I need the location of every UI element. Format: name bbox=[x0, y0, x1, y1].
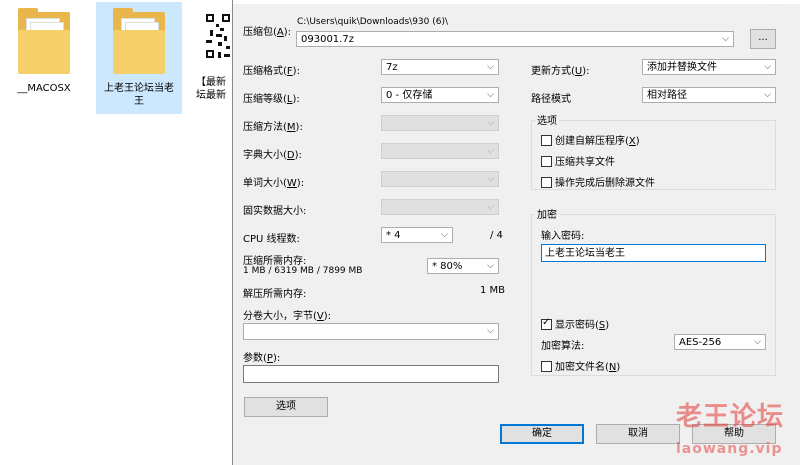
chevron-down-icon: ⌵ bbox=[487, 202, 494, 212]
shared-checkbox[interactable]: 压缩共享文件 bbox=[541, 153, 615, 168]
ok-button[interactable]: 确定 bbox=[500, 424, 584, 444]
path-combo[interactable]: 相对路径 ⌵ bbox=[642, 87, 776, 103]
folder-icon bbox=[113, 8, 165, 74]
dict-combo: ⌵ bbox=[381, 143, 499, 159]
chevron-down-icon: ⌵ bbox=[764, 62, 771, 72]
password-input[interactable]: 上老王论坛当老王 bbox=[541, 244, 766, 262]
level-label: 压缩等级(L): bbox=[243, 94, 300, 105]
options-group-title: 选项 bbox=[535, 112, 559, 127]
path-label: 路径模式 bbox=[531, 94, 571, 105]
word-combo: ⌵ bbox=[381, 171, 499, 187]
qr-code-icon bbox=[204, 10, 232, 66]
format-combo[interactable]: 7z ⌵ bbox=[381, 59, 499, 75]
watermark-site: laowang.vip bbox=[676, 441, 783, 457]
show-password-checkbox[interactable]: 显示密码(S) bbox=[541, 316, 609, 331]
sfx-checkbox[interactable]: 创建自解压程序(X) bbox=[541, 132, 640, 147]
folder-laowang[interactable]: 上老王论坛当老王 bbox=[96, 2, 182, 114]
chevron-down-icon: ⌵ bbox=[487, 261, 494, 271]
enc-method-label: 加密算法: bbox=[541, 341, 585, 352]
encryption-group-title: 加密 bbox=[535, 206, 559, 221]
cpu-max: / 4 bbox=[490, 230, 503, 241]
mem-decomp-value: 1 MB bbox=[480, 285, 506, 296]
archive-name-combo[interactable]: 093001.7z ⌵ bbox=[296, 31, 734, 47]
encrypt-names-checkbox[interactable]: 加密文件名(N) bbox=[541, 358, 620, 373]
watermark-title: 老王论坛 bbox=[676, 402, 785, 432]
folder-icon bbox=[18, 8, 70, 74]
archive-label: 压缩包(A): bbox=[243, 27, 292, 38]
add-to-archive-dialog: ✕ 压缩包(A): C:\Users\quik\Downloads\930 (6… bbox=[232, 0, 800, 465]
chevron-down-icon: ⌵ bbox=[487, 146, 494, 156]
method-combo: ⌵ bbox=[381, 115, 499, 131]
password-label: 输入密码: bbox=[541, 231, 585, 242]
path-value: 相对路径 bbox=[647, 90, 687, 101]
params-label: 参数(P): bbox=[243, 353, 281, 364]
update-value: 添加并替换文件 bbox=[647, 62, 717, 73]
delete-source-checkbox[interactable]: 操作完成后删除源文件 bbox=[541, 174, 655, 189]
chevron-down-icon: ⌵ bbox=[487, 326, 494, 336]
mem-comp-label: 压缩所需内存: bbox=[243, 256, 307, 267]
folder-macosx[interactable]: __MACOSX bbox=[8, 8, 80, 98]
archive-name-value: 093001.7z bbox=[301, 34, 354, 45]
enc-method-value: AES-256 bbox=[679, 337, 722, 348]
format-label: 压缩格式(F): bbox=[243, 66, 300, 77]
enc-method-combo[interactable]: AES-256 ⌵ bbox=[674, 334, 766, 350]
level-value: 0 - 仅存储 bbox=[386, 90, 433, 101]
level-combo[interactable]: 0 - 仅存储 ⌵ bbox=[381, 87, 499, 103]
checkbox-box bbox=[541, 317, 552, 330]
chevron-down-icon: ⌵ bbox=[487, 118, 494, 128]
split-label: 分卷大小，字节(V): bbox=[243, 311, 332, 322]
checkbox-box bbox=[541, 156, 552, 167]
chevron-down-icon: ⌵ bbox=[487, 174, 494, 184]
word-label: 单词大小(W): bbox=[243, 178, 305, 189]
options-button[interactable]: 选项 bbox=[244, 397, 328, 417]
chevron-down-icon: ⌵ bbox=[487, 90, 494, 100]
params-input[interactable] bbox=[243, 365, 499, 383]
folder-label: __MACOSX bbox=[17, 83, 71, 94]
solid-combo: ⌵ bbox=[381, 199, 499, 215]
checkbox-box bbox=[541, 361, 552, 372]
update-combo[interactable]: 添加并替换文件 ⌵ bbox=[642, 59, 776, 75]
archive-path: C:\Users\quik\Downloads\930 (6)\ bbox=[297, 17, 449, 27]
cancel-button[interactable]: 取消 bbox=[596, 424, 680, 444]
chevron-down-icon: ⌵ bbox=[754, 337, 761, 347]
file-qr[interactable]: 【最新 坛最新 bbox=[196, 10, 232, 110]
cpu-combo[interactable]: * 4 ⌵ bbox=[381, 227, 453, 243]
cpu-value: * 4 bbox=[386, 230, 401, 241]
mem-percent-combo[interactable]: * 80% ⌵ bbox=[427, 258, 499, 274]
file-explorer: __MACOSX 上老王论坛当老王 【最新 坛最新 bbox=[0, 0, 232, 465]
mem-comp-value: 1 MB / 6319 MB / 7899 MB bbox=[243, 266, 363, 276]
close-icon[interactable]: ✕ bbox=[771, 0, 781, 4]
file-label: 【最新 坛最新 bbox=[196, 77, 226, 101]
format-value: 7z bbox=[386, 62, 398, 73]
chevron-down-icon: ⌵ bbox=[487, 62, 494, 72]
cpu-label: CPU 线程数: bbox=[243, 234, 300, 245]
split-combo[interactable]: ⌵ bbox=[243, 323, 499, 340]
update-label: 更新方式(U): bbox=[531, 66, 590, 77]
checkbox-box bbox=[541, 135, 552, 146]
solid-label: 固实数据大小: bbox=[243, 206, 307, 217]
chevron-down-icon: ⌵ bbox=[764, 90, 771, 100]
folder-label: 上老王论坛当老王 bbox=[104, 83, 174, 107]
dialog-titlebar: ✕ bbox=[233, 0, 800, 4]
dict-label: 字典大小(D): bbox=[243, 150, 302, 161]
browse-button[interactable]: ... bbox=[750, 29, 776, 49]
method-label: 压缩方法(M): bbox=[243, 122, 303, 133]
chevron-down-icon: ⌵ bbox=[441, 230, 448, 240]
chevron-down-icon: ⌵ bbox=[722, 34, 729, 44]
checkbox-box bbox=[541, 177, 552, 188]
mem-percent-value: * 80% bbox=[432, 261, 463, 272]
mem-decomp-label: 解压所需内存: bbox=[243, 289, 307, 300]
